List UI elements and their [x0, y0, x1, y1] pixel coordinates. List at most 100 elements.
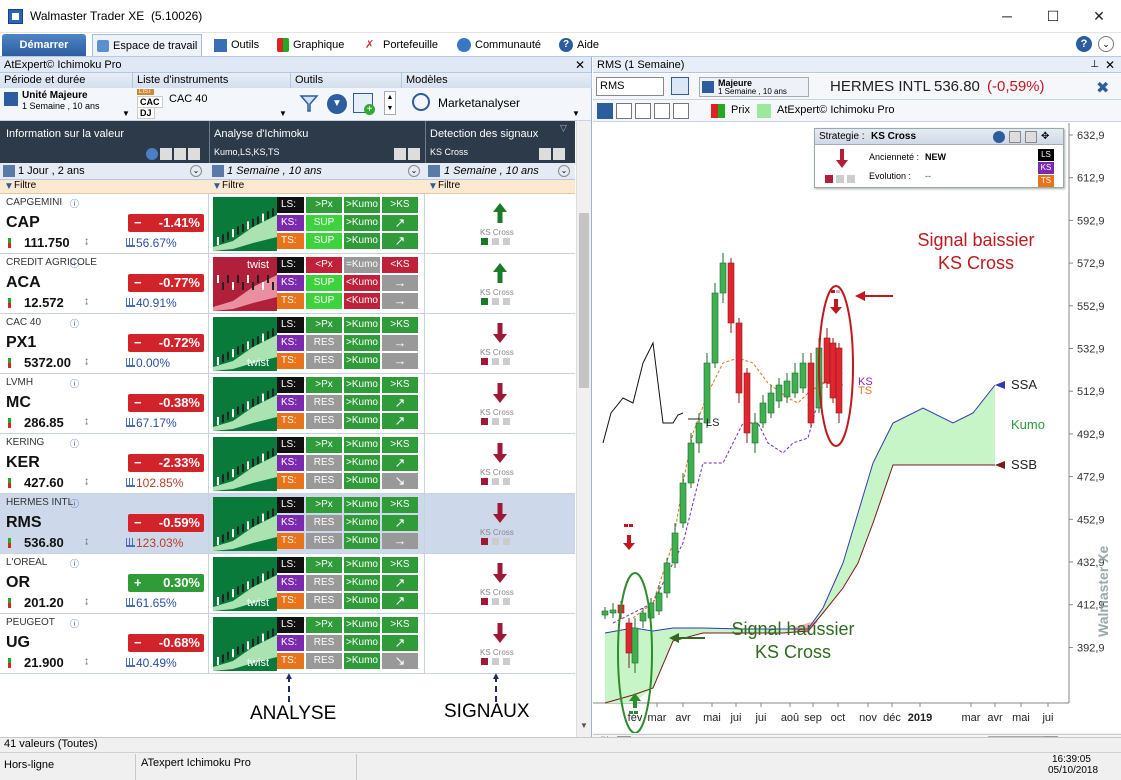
info-filter[interactable]: Filtre — [14, 180, 36, 191]
table-row[interactable]: CAC 40 ⓘ PX1 5372.00 ↨ − -0.72% 0.00% twist LS: >P… — [0, 314, 575, 374]
scrollbar-thumb[interactable] — [579, 213, 589, 388]
analysis-cell[interactable]: LS: >Px >Kumo >KS KS: RES >Kumo ↗ TS: RES >Kumo ↗ — [209, 374, 425, 434]
spin-button[interactable]: ▲ ▼ — [384, 91, 396, 115]
indicator-icon[interactable] — [616, 103, 632, 119]
help-icon[interactable] — [993, 131, 1005, 143]
settings-icon[interactable] — [1025, 131, 1037, 143]
signal-cell[interactable]: KS Cross — [425, 554, 575, 614]
info-period[interactable]: 1 Jour , 2 ans — [18, 165, 85, 177]
signals-filter[interactable]: Filtre — [438, 180, 460, 191]
ichimoku-thumbnail[interactable]: twist — [213, 257, 277, 311]
signal-cell[interactable]: KS Cross — [425, 614, 575, 674]
model-dropdown[interactable]: ▼ — [572, 109, 580, 118]
info-cell[interactable]: CAC 40 ⓘ PX1 5372.00 ↨ − -0.72% 0.00% — [0, 314, 209, 374]
info-cell[interactable]: KERING ⓘ KER 427.60 ↨ − -2.33% 102.85% — [0, 434, 209, 494]
info-cell[interactable]: L'OREAL ⓘ OR 201.20 ↨ +0.30% 61.65% — [0, 554, 209, 614]
collapse-icon[interactable]: ▽ — [560, 123, 567, 134]
chevron-down-icon[interactable]: ⌄ — [190, 165, 202, 177]
table-row[interactable]: L'OREAL ⓘ OR 201.20 ↨ +0.30% 61.65% twist LS: >Px… — [0, 554, 575, 614]
filter-icon[interactable] — [539, 148, 551, 160]
model-value[interactable]: Marketanalyser — [438, 96, 520, 110]
close-icon[interactable]: ✕ — [575, 57, 585, 73]
signals-period[interactable]: 1 Semaine , 10 ans — [444, 165, 539, 177]
info-cell[interactable]: HERMES INTL ⓘ RMS 536.80 ↨ − -0.59% 123.03% — [0, 494, 209, 554]
signal-cell[interactable]: KS Cross — [425, 434, 575, 494]
analysis-cell[interactable]: LS: >Px >Kumo >KS KS: RES >Kumo ↗ TS: RES >Kumo ↘ — [209, 434, 425, 494]
info-cell[interactable]: PEUGEOT ⓘ UG 21.900 ↨ − -0.68% 40.49% — [0, 614, 209, 674]
signal-cell[interactable]: KS Cross — [425, 194, 575, 254]
analysis-cell[interactable]: LS: >Px >Kumo >KS KS: SUP >Kumo ↗ TS: SUP >Kumo ↗ — [209, 194, 425, 254]
pin-icon[interactable]: ⊥ — [1090, 57, 1099, 73]
settings-icon[interactable] — [408, 148, 420, 160]
signal-cell[interactable]: KS Cross — [425, 314, 575, 374]
menu-graph[interactable]: Graphique — [273, 34, 348, 56]
table-row[interactable]: LVMH ⓘ MC 286.85 ↨ − -0.38% 67.17% LS: >Px >Kumo >K… — [0, 374, 575, 434]
legend-ichimoku[interactable]: AtExpert© Ichimoku Pro — [777, 104, 895, 116]
table-row[interactable]: PEUGEOT ⓘ UG 21.900 ↨ − -0.68% 40.49% twist LS: >P… — [0, 614, 575, 674]
filter-icon[interactable] — [299, 93, 319, 113]
filter-icon[interactable] — [394, 148, 406, 160]
ichimoku-thumbnail[interactable] — [213, 437, 277, 491]
ichimoku-thumbnail[interactable] — [213, 377, 277, 431]
table-row[interactable]: KERING ⓘ KER 427.60 ↨ − -2.33% 102.85% LS: >Px >Ku… — [0, 434, 575, 494]
dropdown-circle-icon[interactable]: ▼ — [327, 94, 347, 114]
info-icon[interactable]: ⓘ — [70, 197, 79, 210]
wrench-icon[interactable] — [597, 103, 613, 119]
analysis-cell[interactable]: LS: >Px >Kumo >KS KS: RES >Kumo ↗ TS: RES >Kumo → — [209, 494, 425, 554]
signal-cell[interactable]: KS Cross — [425, 254, 575, 314]
signal-cell[interactable]: KS Cross — [425, 494, 575, 554]
ichimoku-thumbnail[interactable]: twist — [213, 557, 277, 611]
analysis-cell[interactable]: twist LS: >Px >Kumo >KS KS: RES >Kumo → TS: RES >Ku… — [209, 314, 425, 374]
info-cell[interactable]: LVMH ⓘ MC 286.85 ↨ − -0.38% 67.17% — [0, 374, 209, 434]
start-button[interactable]: Démarrer — [2, 34, 86, 56]
book-icon[interactable] — [671, 77, 689, 95]
info-icon[interactable]: ⓘ — [70, 617, 79, 630]
table-row[interactable]: CAPGEMINI ⓘ CAP 111.750 ↨ − -1.41% 56.67% LS: >Px… — [0, 194, 575, 254]
ichimoku-thumbnail[interactable]: twist — [213, 617, 277, 671]
analysis-period[interactable]: 1 Semaine , 10 ans — [227, 165, 322, 177]
menu-help[interactable]: ? Aide — [555, 34, 603, 56]
menu-workspace[interactable]: Espace de travail — [92, 34, 203, 56]
analysis-cell[interactable]: twist LS: >Px >Kumo >KS KS: RES >Kumo ↗ TS: RES >Ku… — [209, 554, 425, 614]
info-cell[interactable]: CAPGEMINI ⓘ CAP 111.750 ↨ − -1.41% 56.67% — [0, 194, 209, 254]
close-icon[interactable]: ✕ — [1105, 57, 1115, 73]
scroll-down-icon[interactable]: ▼ — [580, 721, 588, 730]
list-value[interactable]: CAC 40 — [169, 93, 208, 105]
info-icon[interactable]: ⓘ — [70, 437, 79, 450]
info-icon[interactable]: ⓘ — [70, 257, 79, 270]
analysis-cell[interactable]: twist LS: <Px =Kumo <KS KS: SUP <Kumo → TS: SUP <Ku… — [209, 254, 425, 314]
info-icon[interactable]: ⓘ — [70, 317, 79, 330]
tools-icon[interactable]: ✖ — [1096, 78, 1114, 97]
minimize-button[interactable]: ─ — [984, 0, 1030, 33]
scrollbar[interactable]: ▼ — [576, 121, 591, 737]
menu-portfolio[interactable]: ✗ Portefeuille — [361, 34, 442, 56]
menu-tools[interactable]: Outils — [210, 34, 263, 56]
signal-cell[interactable]: KS Cross — [425, 374, 575, 434]
analysis-cell[interactable]: twist LS: >Px >Kumo >KS KS: RES >Kumo ↗ TS: RES >Ku… — [209, 614, 425, 674]
chevron-down-icon[interactable]: ⌄ — [558, 165, 570, 177]
add-indicator-icon[interactable] — [635, 103, 651, 119]
list-item-dj[interactable]: DJ — [137, 107, 155, 119]
settings-icon[interactable] — [553, 148, 565, 160]
period-dropdown[interactable]: ▼ — [122, 109, 130, 118]
maximize-button[interactable]: ☐ — [1030, 0, 1076, 33]
list-dropdown[interactable]: ▼ — [279, 109, 287, 118]
help-circle-icon[interactable]: ? — [1076, 36, 1092, 52]
unit-selector[interactable]: Majeure 1 Semaine , 10 ans — [699, 77, 809, 97]
ichimoku-thumbnail[interactable] — [213, 497, 277, 551]
info-icon[interactable]: ⓘ — [70, 557, 79, 570]
window-icon[interactable] — [673, 103, 689, 119]
chevron-down-icon[interactable]: ⌄ — [1098, 36, 1114, 52]
table-row[interactable]: HERMES INTL ⓘ RMS 536.80 ↨ − -0.59% 123.03% LS: >… — [0, 494, 575, 554]
add-list-icon[interactable]: + — [353, 93, 375, 115]
filter-icon[interactable] — [1009, 131, 1021, 143]
menu-community[interactable]: Communauté — [453, 34, 545, 56]
info-icon[interactable]: ⓘ — [70, 377, 79, 390]
info-icon[interactable]: ⓘ — [70, 497, 79, 510]
info-cell[interactable]: CREDIT AGRICOLE ⓘ ACA 12.572 ↨ − -0.77% 40.91% — [0, 254, 209, 314]
symbol-input[interactable]: RMS — [596, 77, 664, 96]
chevron-down-icon[interactable]: ⌄ — [408, 165, 420, 177]
close-button[interactable]: ✕ — [1076, 0, 1121, 33]
ichimoku-thumbnail[interactable] — [213, 197, 277, 251]
ap-icon[interactable] — [654, 103, 670, 119]
